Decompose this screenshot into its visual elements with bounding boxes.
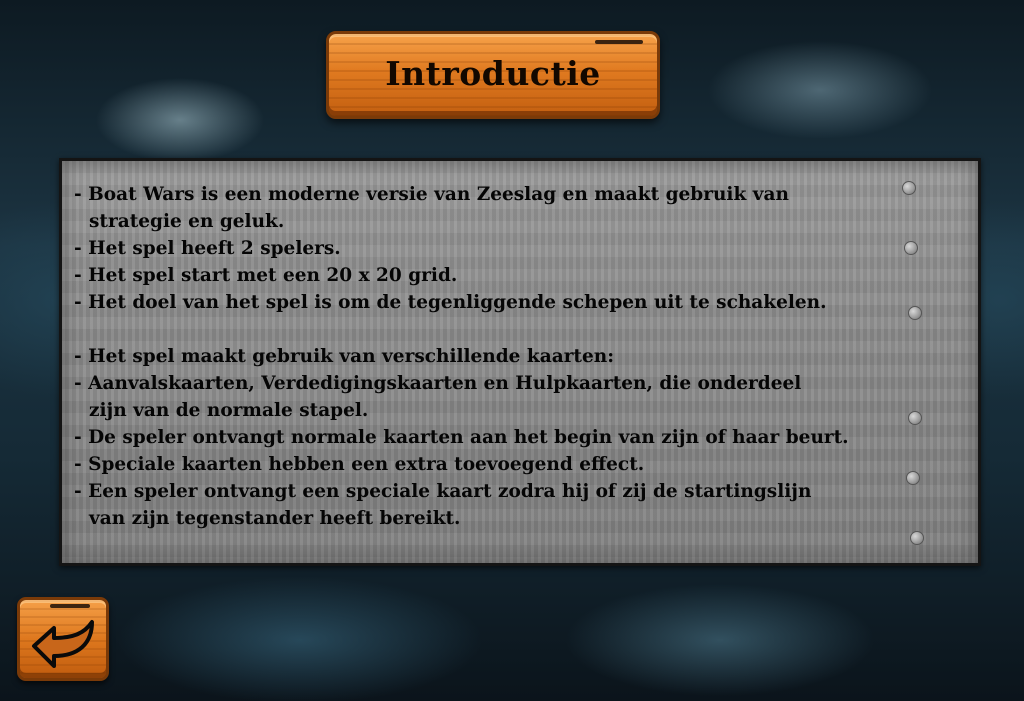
intro-line: - Het spel start met een 20 x 20 grid. [74,265,458,286]
intro-line: - Boat Wars is een moderne versie van Ze… [74,184,789,205]
title-plank: Introductie [326,31,660,119]
intro-line: strategie en geluk. [89,211,285,232]
introduction-panel: - Boat Wars is een moderne versie van Ze… [59,158,981,566]
intro-line: van zijn tegenstander heeft bereikt. [89,508,461,529]
intro-line: - Een speler ontvangt een speciale kaart… [74,481,812,502]
intro-line: - Speciale kaarten hebben een extra toev… [74,454,645,475]
intro-line: - Aanvalskaarten, Verdedigingskaarten en… [74,373,802,394]
intro-line: - Het spel maakt gebruik van verschillen… [74,346,615,367]
intro-spacer [74,316,979,343]
intro-line: zijn van de normale stapel. [89,400,369,421]
rivet-icon [910,531,924,545]
nail-decoration [595,40,643,44]
intro-line: - Het spel heeft 2 spelers. [74,238,341,259]
back-arrow-icon [32,620,94,668]
intro-line: - De speler ontvangt normale kaarten aan… [74,427,849,448]
nail-decoration [50,604,90,608]
introduction-text: - Boat Wars is een moderne versie van Ze… [74,181,979,532]
intro-line: - Het doel van het spel is om de tegenli… [74,292,827,313]
page-title: Introductie [385,54,601,93]
back-button[interactable] [17,597,109,681]
